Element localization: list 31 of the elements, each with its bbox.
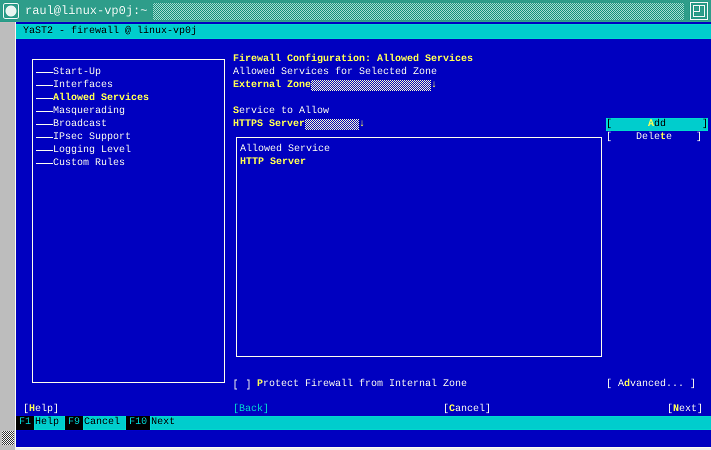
checkbox-label[interactable]: Protect Firewall from Internal Zone — [257, 378, 468, 391]
zone-dropdown[interactable]: External Zone ↓ — [233, 79, 438, 92]
list-row[interactable]: HTTP Server — [240, 156, 601, 169]
service-label: Service to Allow — [233, 105, 330, 118]
zone-label: Allowed Services for Selected Zone — [233, 66, 438, 79]
maximize-icon[interactable] — [690, 2, 708, 20]
tree-item[interactable]: Logging Level — [53, 144, 132, 157]
tree-item[interactable]: Interfaces — [53, 79, 114, 92]
window-title: raul@linux-vp0j:~ — [25, 4, 148, 18]
service-dropdown[interactable]: HTTPS Server ↓ — [233, 118, 366, 131]
list-header: Allowed Service — [240, 143, 332, 156]
tree-item[interactable]: Masquerading — [53, 105, 126, 118]
resize-grip[interactable] — [2, 431, 14, 445]
dialog-title: YaST2 - firewall @ linux-vp0j — [16, 24, 711, 39]
cancel-button[interactable]: [Cancel] — [443, 403, 492, 416]
tree-item[interactable]: Custom Rules — [53, 157, 126, 170]
tree-item[interactable]: Broadcast — [53, 118, 108, 131]
advanced-button[interactable]: [ Advanced... ] — [606, 378, 696, 391]
function-key-button[interactable]: F10 Next — [126, 416, 182, 430]
tree-item[interactable]: IPsec Support — [53, 131, 132, 144]
window-menu-icon[interactable] — [3, 3, 19, 19]
add-button[interactable]: [ Add ] — [606, 118, 708, 131]
next-button[interactable]: [Next] — [666, 403, 703, 416]
delete-button[interactable]: [ Delete ] — [606, 131, 702, 144]
dialog-heading: Firewall Configuration: Allowed Services — [233, 53, 474, 66]
function-key-button[interactable]: F9 Cancel — [65, 416, 126, 430]
function-key-button[interactable]: F1 Help — [16, 416, 66, 430]
checkbox-icon[interactable] — [233, 378, 251, 391]
tree-item[interactable]: Start-Up — [53, 66, 102, 79]
tree-item[interactable]: Allowed Services — [53, 92, 150, 105]
help-button[interactable]: [Help] — [23, 403, 60, 416]
